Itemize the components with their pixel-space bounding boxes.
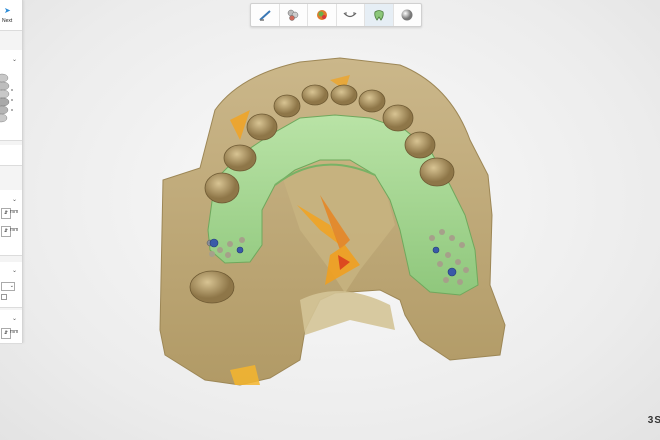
dental-arch-model xyxy=(159,57,506,386)
3d-model-viewport[interactable] xyxy=(0,0,660,440)
brand-logo: 3S xyxy=(647,415,660,426)
